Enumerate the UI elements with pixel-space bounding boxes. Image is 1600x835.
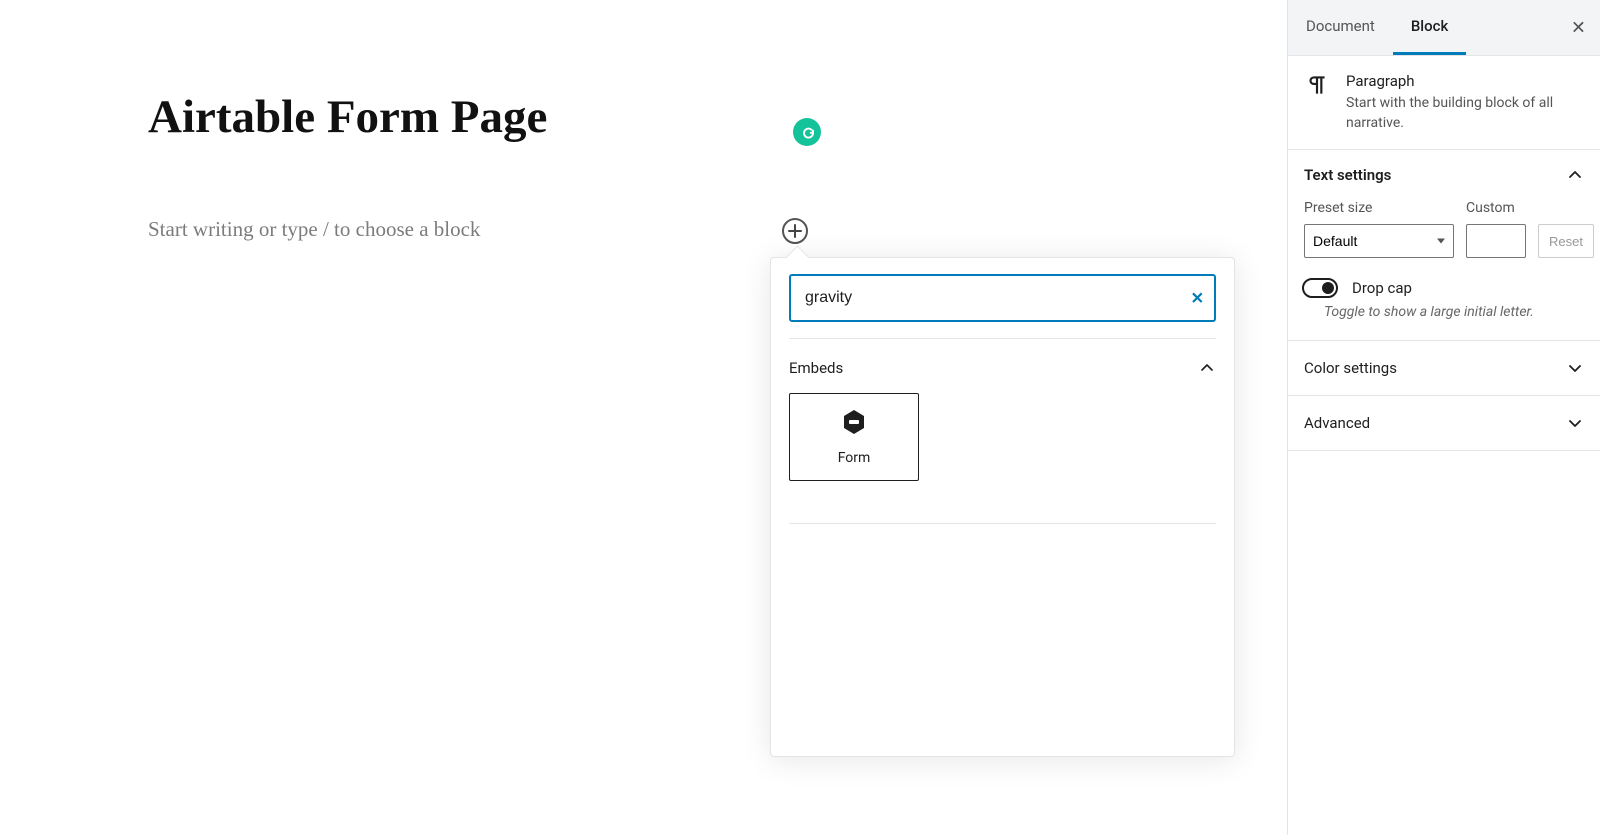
panel-text-settings: Text settings Preset size Default Custom	[1288, 150, 1600, 341]
block-item-label: Form	[838, 450, 871, 466]
chevron-up-icon	[1198, 359, 1216, 377]
add-block-button[interactable]	[782, 218, 808, 244]
drop-cap-label: Drop cap	[1352, 279, 1412, 297]
toggle-knob	[1322, 282, 1334, 294]
chevron-down-icon	[1566, 414, 1584, 432]
custom-size-input[interactable]	[1466, 224, 1526, 258]
block-item-form[interactable]: Form	[789, 393, 919, 481]
grammarly-icon[interactable]	[793, 118, 821, 146]
panel-title: Advanced	[1304, 414, 1370, 432]
reset-button[interactable]: Reset	[1538, 224, 1594, 258]
category-embeds-header[interactable]: Embeds	[789, 339, 1216, 393]
divider	[789, 523, 1216, 524]
drop-cap-toggle[interactable]	[1302, 278, 1338, 298]
chevron-down-icon	[1566, 359, 1584, 377]
custom-size-label: Custom	[1466, 200, 1526, 216]
panel-title: Text settings	[1304, 166, 1391, 184]
form-block-icon	[840, 408, 868, 440]
panel-text-settings-header[interactable]: Text settings	[1288, 150, 1600, 200]
plus-icon	[788, 224, 802, 238]
panel-advanced[interactable]: Advanced	[1288, 396, 1600, 451]
drop-cap-description: Toggle to show a large initial letter.	[1324, 304, 1584, 320]
block-search-input[interactable]	[789, 274, 1216, 322]
tab-document[interactable]: Document	[1288, 0, 1393, 55]
content-placeholder[interactable]: Start writing or type / to choose a bloc…	[148, 217, 480, 242]
editor-canvas: Airtable Form Page Start writing or type…	[0, 0, 1193, 835]
block-card: Paragraph Start with the building block …	[1288, 56, 1600, 150]
settings-sidebar: Document Block ✕ Paragraph Start with th…	[1287, 0, 1600, 835]
category-label: Embeds	[789, 359, 843, 377]
chevron-up-icon	[1566, 166, 1584, 184]
page-title[interactable]: Airtable Form Page	[148, 90, 547, 144]
clear-search-icon[interactable]: ✕	[1191, 289, 1204, 308]
paragraph-icon	[1304, 72, 1330, 98]
tab-block[interactable]: Block	[1393, 0, 1466, 55]
block-inserter-popover: ✕ Embeds Form	[770, 257, 1235, 757]
sidebar-tabs: Document Block ✕	[1288, 0, 1600, 56]
preset-size-label: Preset size	[1304, 200, 1454, 216]
panel-color-settings[interactable]: Color settings	[1288, 341, 1600, 396]
block-card-description: Start with the building block of all nar…	[1346, 94, 1584, 133]
close-sidebar-icon[interactable]: ✕	[1571, 17, 1586, 38]
panel-title: Color settings	[1304, 359, 1397, 377]
block-card-title: Paragraph	[1346, 72, 1584, 90]
preset-size-select[interactable]: Default	[1304, 224, 1454, 258]
